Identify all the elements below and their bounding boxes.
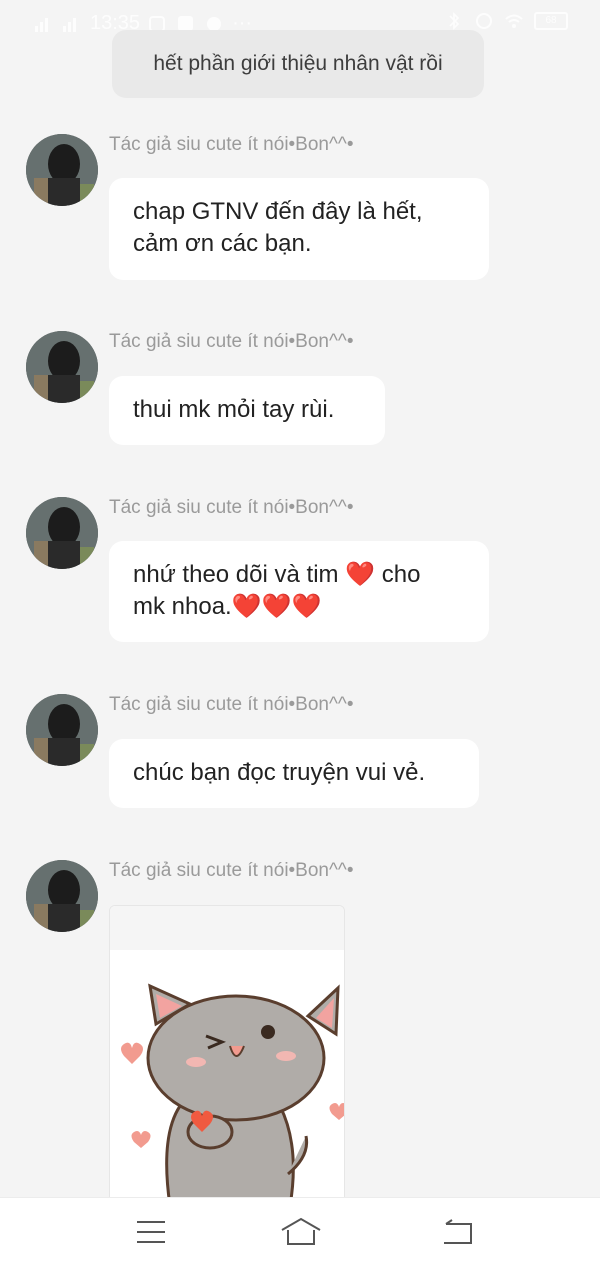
signal-icon — [35, 17, 48, 32]
sender-name: Tác giả siu cute ít nói•Bon^^• — [109, 331, 354, 352]
author-avatar[interactable] — [26, 331, 98, 403]
avatar-image — [26, 694, 98, 766]
message-text: nhứ theo dõi và tim — [133, 561, 346, 588]
hearts-emoji: ❤️❤️❤️ — [231, 593, 322, 620]
hotspot-icon — [476, 13, 492, 29]
message-bubble[interactable]: nhứ theo dõi và tim ❤️ cho mk nhoa.❤️❤️❤… — [109, 541, 489, 642]
sticker-image[interactable] — [109, 905, 345, 1207]
heart-emoji: ❤️ — [345, 561, 376, 588]
avatar-image — [26, 860, 98, 932]
sender-name: Tác giả siu cute ít nói•Bon^^• — [109, 860, 354, 881]
author-avatar[interactable] — [26, 694, 98, 766]
author-avatar[interactable] — [26, 860, 98, 932]
message-bubble[interactable]: thui mk mỏi tay rùi. — [109, 376, 385, 445]
message-bubble[interactable]: chúc bạn đọc truyện vui vẻ. — [109, 739, 479, 808]
avatar-image — [26, 497, 98, 569]
battery-icon: 68 — [534, 12, 568, 30]
message-text-line: mk nhoa.❤️❤️❤️ — [133, 591, 465, 623]
sender-name: Tác giả siu cute ít nói•Bon^^• — [109, 497, 354, 518]
message-bubble[interactable]: chap GTNV đến đây là hết, cảm ơn các bạn… — [109, 178, 489, 280]
avatar-image — [26, 134, 98, 206]
message-text-line: cảm ơn các bạn. — [133, 230, 312, 257]
message-text-line: nhứ theo dõi và tim ❤️ cho — [133, 559, 465, 591]
menu-button[interactable] — [130, 1216, 170, 1248]
menu-icon — [137, 1221, 165, 1243]
system-message-text: hết phần giới thiệu nhân vật rồi — [153, 52, 443, 75]
bluetooth-icon — [449, 12, 460, 30]
author-avatar[interactable] — [26, 134, 98, 206]
sender-name: Tác giả siu cute ít nói•Bon^^• — [109, 134, 354, 155]
message-text-line: chúc bạn đọc truyện vui vẻ. — [133, 759, 426, 786]
back-icon — [444, 1219, 472, 1244]
system-message: hết phần giới thiệu nhân vật rồi — [112, 30, 484, 98]
message-text-line: thui mk mỏi tay rùi. — [133, 396, 335, 423]
avatar-image — [26, 331, 98, 403]
sender-name: Tác giả siu cute ít nói•Bon^^• — [109, 694, 354, 715]
navigation-bar — [0, 1197, 600, 1267]
author-avatar[interactable] — [26, 497, 98, 569]
chat-screen: 13:35 ··· 68 hết phần giới thiệu nhân vậ… — [0, 0, 600, 1267]
home-icon — [281, 1217, 321, 1245]
status-right: 68 — [444, 12, 568, 30]
battery-level: 68 — [545, 15, 557, 26]
back-button[interactable] — [438, 1216, 478, 1248]
message-text: mk nhoa. — [133, 593, 232, 620]
signal-2-icon — [63, 17, 76, 32]
message-text: cho — [375, 561, 421, 588]
message-text-line: chap GTNV đến đây là hết, — [133, 198, 423, 225]
cat-heart-sticker-icon — [110, 906, 344, 1206]
home-button[interactable] — [278, 1216, 324, 1248]
wifi-icon — [505, 14, 523, 28]
